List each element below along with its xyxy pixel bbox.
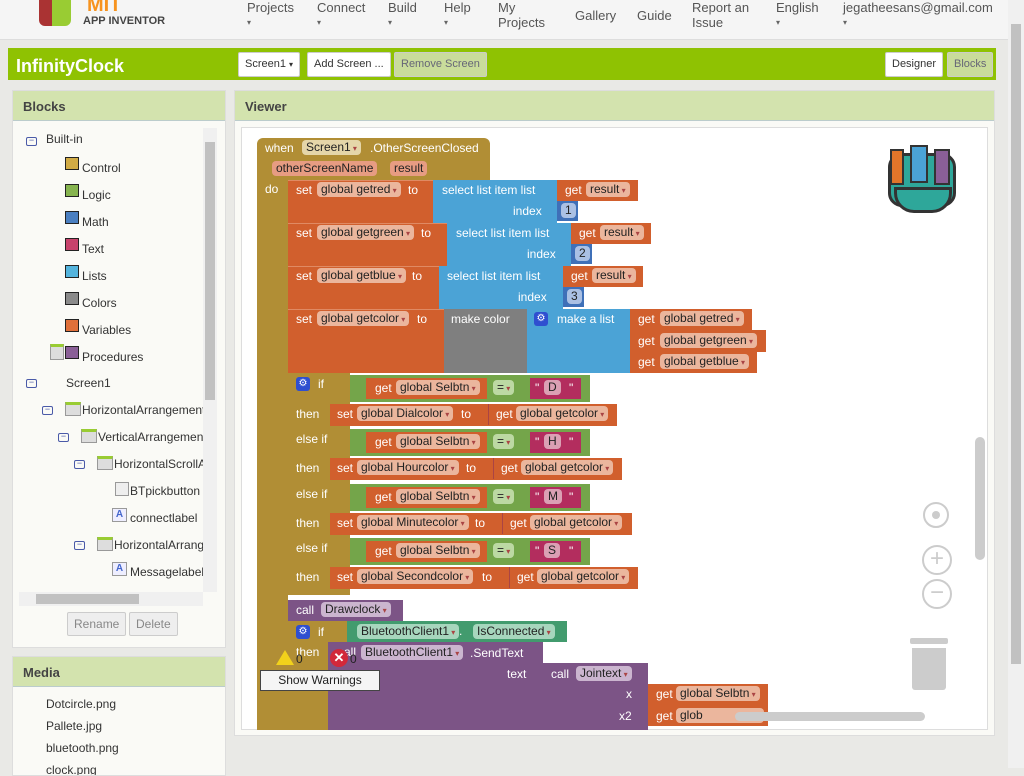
label-icon: A bbox=[112, 508, 127, 522]
category-color-swatch bbox=[65, 265, 79, 278]
collapse-icon[interactable]: − bbox=[58, 432, 69, 442]
page-scrollbar[interactable] bbox=[1008, 0, 1024, 768]
tree-horizontal-scroll-arrangement[interactable]: HorizontalScrollArrangement bbox=[114, 457, 203, 471]
tree-vertical-arrangement[interactable]: VerticalArrangement bbox=[98, 430, 203, 444]
collapse-icon[interactable]: − bbox=[74, 540, 85, 550]
category-lists[interactable]: Lists bbox=[82, 269, 107, 283]
tree-horizontal-scrollbar[interactable] bbox=[19, 592, 203, 606]
nav-report-issue[interactable]: Report an Issue bbox=[692, 0, 752, 30]
category-text[interactable]: Text bbox=[82, 242, 104, 256]
nav-projects[interactable]: Projects ▾ bbox=[247, 0, 294, 30]
vertical-arrangement-icon bbox=[81, 429, 97, 443]
collapse-icon[interactable]: − bbox=[26, 136, 37, 146]
horizontal-arrangement-icon bbox=[65, 402, 81, 416]
tree-horizontal-arrangement[interactable]: HorizontalArrangement bbox=[82, 403, 203, 417]
logo-bee-icon bbox=[39, 0, 71, 26]
blocks-button[interactable]: Blocks bbox=[947, 52, 994, 77]
media-file[interactable]: bluetooth.png bbox=[46, 741, 119, 755]
collapse-icon[interactable]: − bbox=[26, 378, 37, 388]
blocks-tree: − Built-in Control Logic Math Text Lists Colo… bbox=[13, 128, 203, 592]
designer-button[interactable]: Designer bbox=[885, 52, 944, 77]
label-icon: A bbox=[112, 562, 127, 576]
delete-button[interactable]: Delete bbox=[129, 612, 178, 636]
viewer-title: Viewer bbox=[235, 91, 994, 121]
media-panel-title: Media bbox=[13, 657, 225, 687]
app-inventor-logo[interactable]: MIT APP INVENTOR bbox=[35, 0, 165, 32]
category-color-swatch bbox=[65, 157, 79, 170]
category-color-swatch bbox=[65, 211, 79, 224]
media-file[interactable]: Pallete.jpg bbox=[46, 719, 102, 733]
media-file[interactable]: clock.png bbox=[46, 763, 97, 775]
listpicker-icon bbox=[115, 482, 129, 496]
category-colors[interactable]: Colors bbox=[82, 296, 117, 310]
tree-builtin[interactable]: Built-in bbox=[46, 132, 83, 146]
remove-screen-button[interactable]: Remove Screen bbox=[394, 52, 487, 77]
tree-horizontal-arrangement-2[interactable]: HorizontalArrangement bbox=[114, 538, 203, 552]
collapse-icon[interactable]: − bbox=[42, 405, 53, 415]
horizontal-scroll-arrangement-icon bbox=[97, 456, 113, 470]
tree-vertical-scrollbar[interactable] bbox=[203, 128, 217, 592]
category-procedures[interactable]: Procedures bbox=[82, 350, 143, 364]
category-math[interactable]: Math bbox=[82, 215, 109, 229]
nav-my-projects[interactable]: My Projects bbox=[498, 0, 548, 30]
project-title: InfinityClock bbox=[16, 56, 125, 76]
nav-language[interactable]: English ▾ bbox=[776, 0, 819, 30]
nav-gallery[interactable]: Gallery bbox=[575, 8, 616, 23]
horizontal-arrangement-icon bbox=[97, 537, 113, 551]
category-control[interactable]: Control bbox=[82, 161, 121, 175]
tree-screen1[interactable]: Screen1 bbox=[66, 376, 111, 390]
top-nav: MIT APP INVENTOR Projects ▾ Connect ▾ Buil… bbox=[0, 0, 1008, 40]
category-color-swatch bbox=[65, 238, 79, 251]
category-variables[interactable]: Variables bbox=[82, 323, 131, 337]
blocks-panel-title: Blocks bbox=[13, 91, 225, 121]
tree-btpickbutton[interactable]: BTpickbutton bbox=[130, 484, 200, 498]
category-logic[interactable]: Logic bbox=[82, 188, 111, 202]
nav-help[interactable]: Help ▾ bbox=[444, 0, 471, 30]
rename-button[interactable]: Rename bbox=[67, 612, 127, 636]
tree-messagelabel[interactable]: Messagelabel bbox=[130, 565, 203, 579]
media-panel: Media Dotcircle.png Pallete.jpg bluetoot… bbox=[12, 656, 226, 776]
screen-icon bbox=[50, 344, 64, 360]
blocks-workspace[interactable] bbox=[241, 127, 988, 730]
nav-account[interactable]: jegatheesans@gmail.com ▾ bbox=[843, 0, 993, 30]
add-screen-button[interactable]: Add Screen ... bbox=[307, 52, 391, 77]
show-warnings-button[interactable]: Show Warnings bbox=[260, 670, 380, 691]
nav-guide[interactable]: Guide bbox=[637, 8, 672, 23]
screen-select[interactable]: Screen1 ▾ bbox=[238, 52, 301, 77]
category-color-swatch bbox=[65, 184, 79, 197]
tree-connectlabel[interactable]: connectlabel bbox=[130, 511, 197, 525]
media-file[interactable]: Dotcircle.png bbox=[46, 697, 116, 711]
project-toolbar bbox=[8, 48, 996, 80]
nav-build[interactable]: Build ▾ bbox=[388, 0, 417, 30]
nav-connect[interactable]: Connect ▾ bbox=[317, 0, 365, 30]
category-color-swatch bbox=[65, 292, 79, 305]
category-color-swatch bbox=[65, 319, 79, 332]
category-color-swatch bbox=[65, 346, 79, 359]
collapse-icon[interactable]: − bbox=[74, 459, 85, 469]
